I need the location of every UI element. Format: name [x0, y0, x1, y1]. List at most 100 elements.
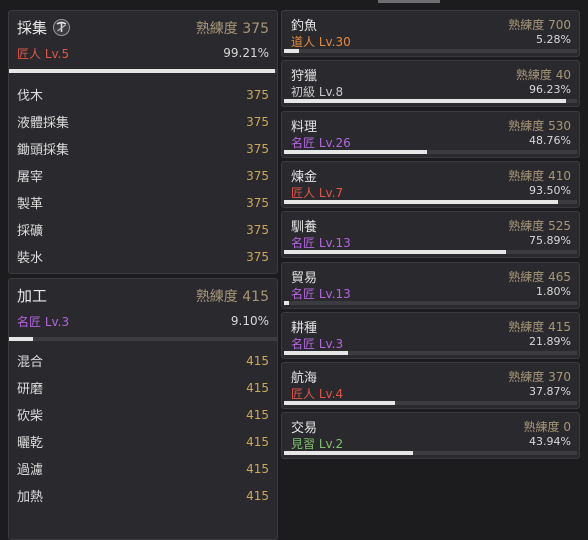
skill-percent: 5.28%: [536, 33, 571, 46]
skill-value: 415: [246, 353, 269, 368]
skill-level: 匠人 Lv.7: [291, 185, 344, 200]
skill-progress-bar: [284, 401, 577, 406]
skill-row[interactable]: 製革 375: [9, 189, 277, 216]
skill-name: 加熱: [17, 490, 44, 505]
skill-name: 屠宰: [17, 170, 44, 185]
gathering-level: 匠人 Lv.5: [17, 47, 70, 61]
skill-card[interactable]: 釣魚 熟練度 700 道人 Lv.30 5.28%: [281, 10, 580, 57]
top-tab-indicator: [378, 0, 440, 3]
skill-name: 料理: [291, 119, 318, 135]
skill-percent: 96.23%: [529, 83, 571, 97]
skill-name: 貿易: [291, 270, 318, 286]
skill-level: 初級 Lv.8: [291, 85, 344, 100]
skill-row[interactable]: 過濾 415: [9, 455, 277, 482]
skill-value: 375: [246, 222, 269, 237]
skill-progress-bar: [284, 300, 577, 305]
skill-progress-bar: [284, 451, 577, 456]
skill-value: 375: [246, 114, 269, 129]
skill-name: 液體採集: [17, 116, 70, 131]
skill-progress-bar: [284, 250, 577, 255]
skill-progress-fill: [284, 49, 300, 53]
skill-name: 航海: [291, 371, 318, 387]
skill-name: 製革: [17, 197, 44, 212]
skill-card[interactable]: 狩獵 熟練度 40 初級 Lv.8 96.23%: [281, 60, 580, 108]
skill-row[interactable]: 加熱 415: [9, 482, 277, 509]
skill-row[interactable]: 伐木 375: [9, 81, 277, 108]
skill-progress-fill: [284, 250, 507, 255]
skill-level: 名匠 Lv.3: [291, 336, 344, 351]
processing-panel: 加工 熟練度 415 名匠 Lv.3 9.10% 混合 415 研磨 415 砍柴 415…: [8, 278, 278, 540]
skill-name: 曬乾: [17, 436, 44, 451]
skill-name: 交易: [291, 421, 318, 437]
skill-card[interactable]: 煉金 熟練度 410 匠人 Lv.7 93.50%: [281, 160, 580, 208]
skill-value: 375: [246, 141, 269, 156]
gathering-skill-list: 伐木 375 液體採集 375 鋤頭採集 375 屠宰 375 製革 375 採礦 375 裝水 375: [9, 81, 277, 270]
skill-name: 裝水: [17, 251, 44, 266]
skill-level: 名匠 Lv.13: [291, 286, 351, 301]
skill-percent: 1.80%: [536, 284, 571, 298]
skill-value: 375: [246, 87, 269, 102]
skill-progress-fill: [284, 401, 395, 406]
skill-percent: 43.94%: [529, 435, 571, 449]
skill-value: 415: [246, 407, 269, 422]
skill-value: 415: [246, 488, 269, 503]
gathering-progress-bar: [9, 69, 277, 73]
skill-name: 煉金: [291, 169, 318, 185]
skill-proficiency: 熟練度 700: [508, 18, 571, 32]
skill-name: 狩獵: [291, 69, 318, 85]
skill-proficiency: 熟練度 410: [508, 168, 571, 183]
skill-name: 伐木: [17, 89, 44, 104]
skill-proficiency: 熟練度 465: [508, 269, 571, 284]
skill-level: 見習 Lv.2: [291, 437, 344, 452]
processing-skill-list: 混合 415 研磨 415 砍柴 415 曬乾 415 過濾 415 加熱 415: [9, 347, 277, 509]
skill-row[interactable]: 採礦 375: [9, 216, 277, 243]
gathering-percent: 99.21%: [223, 46, 269, 60]
skill-progress-bar: [284, 49, 577, 53]
skill-row[interactable]: 研磨 415: [9, 374, 277, 401]
skill-card[interactable]: 交易 熟練度 0 見習 Lv.2 43.94%: [281, 412, 580, 460]
skill-card[interactable]: 貿易 熟練度 465 名匠 Lv.13 1.80%: [281, 261, 580, 309]
skill-value: 375: [246, 195, 269, 210]
processing-level: 名匠 Lv.3: [17, 315, 70, 329]
proficiency-value: 375: [242, 21, 269, 37]
skill-row[interactable]: 屠宰 375: [9, 162, 277, 189]
gathering-title: 採集: [17, 19, 48, 37]
skill-row[interactable]: 砍柴 415: [9, 401, 277, 428]
skill-progress-fill: [284, 350, 349, 355]
skill-card[interactable]: 馴養 熟練度 525 名匠 Lv.13 75.89%: [281, 211, 580, 259]
skill-card[interactable]: 航海 熟練度 370 匠人 Lv.4 37.87%: [281, 362, 580, 410]
skill-name: 釣魚: [291, 19, 318, 34]
skill-level: 名匠 Lv.13: [291, 236, 351, 251]
skill-row[interactable]: 液體採集 375: [9, 108, 277, 135]
skill-proficiency: 熟練度 530: [508, 118, 571, 133]
skill-progress-fill: [284, 99, 566, 104]
skill-percent: 21.89%: [529, 334, 571, 348]
skill-progress-bar: [284, 199, 577, 204]
skill-row[interactable]: 裝水 375: [9, 243, 277, 270]
skill-name: 採礦: [17, 224, 44, 239]
skill-row[interactable]: 鋤頭採集 375: [9, 135, 277, 162]
processing-title: 加工: [17, 287, 48, 305]
skill-proficiency: 熟練度 370: [508, 370, 571, 385]
skill-name: 砍柴: [17, 409, 44, 424]
skill-row[interactable]: 曬乾 415: [9, 428, 277, 455]
skill-proficiency: 熟練度 415: [508, 319, 571, 334]
gathering-title-row: 採集: [17, 17, 71, 38]
processing-percent: 9.10%: [230, 314, 269, 328]
skill-level: 匠人 Lv.4: [291, 387, 344, 402]
skill-level: 名匠 Lv.26: [291, 135, 351, 150]
skill-progress-bar: [284, 350, 577, 355]
skill-card[interactable]: 料理 熟練度 530 名匠 Lv.26 48.76%: [281, 110, 580, 158]
proficiency-label: 熟練度: [195, 21, 238, 37]
skill-card[interactable]: 耕種 熟練度 415 名匠 Lv.3 21.89%: [281, 311, 580, 359]
skill-proficiency: 熟練度 0: [523, 420, 571, 435]
skill-proficiency: 熟練度 525: [508, 219, 571, 234]
processing-progress-bar: [9, 337, 277, 341]
skill-progress-fill: [284, 149, 427, 154]
skill-name: 過濾: [17, 463, 44, 478]
skill-percent: 48.76%: [529, 133, 571, 147]
skill-row[interactable]: 混合 415: [9, 347, 277, 374]
skill-progress-fill: [284, 199, 558, 204]
skill-progress-fill: [284, 300, 290, 305]
processing-progress-fill: [9, 337, 34, 341]
